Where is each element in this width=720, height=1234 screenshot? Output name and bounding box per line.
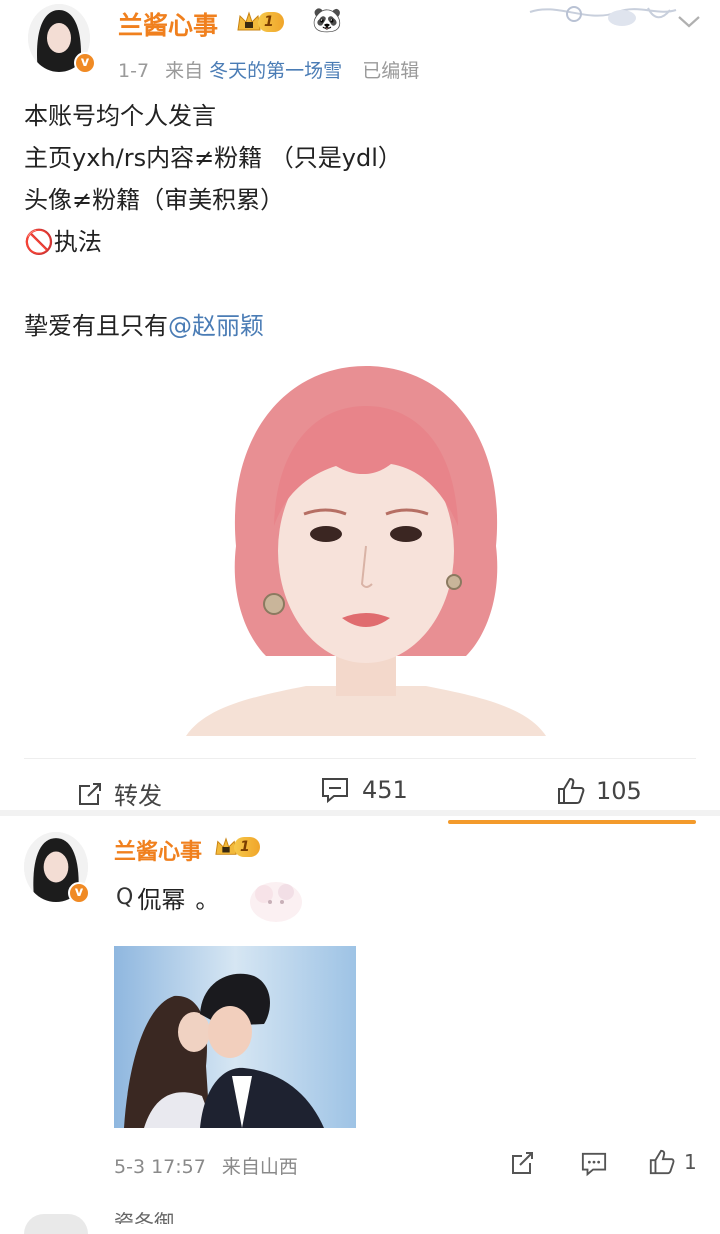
mention-link[interactable]: @赵丽颖 <box>168 312 264 340</box>
topic-link[interactable]: 侃幂 <box>137 880 185 915</box>
comment-like-count: 1 <box>684 1150 697 1174</box>
post-closing-line: 挚爱有且只有@赵丽颖 <box>24 305 684 347</box>
from-prefix: 来自 <box>165 60 204 82</box>
post-meta: 1-7 来自 冬天的第一场雪 已编辑 <box>118 56 419 83</box>
comment-like-button[interactable]: 1 <box>648 1148 697 1176</box>
repost-label: 转发 <box>114 782 162 810</box>
sheep-sticker-icon <box>250 882 302 922</box>
divider <box>24 758 696 759</box>
next-comment-username[interactable]: 瓷冬御 <box>114 1212 174 1224</box>
post-line: 头像≠粉籍（审美积累） <box>24 186 285 214</box>
comment-meta: 5-3 17:57 来自山西 <box>114 1152 298 1179</box>
level-badge: 1 <box>234 837 260 857</box>
like-button[interactable]: 105 <box>556 776 642 806</box>
comment-location: 来自山西 <box>221 1156 298 1178</box>
search-icon[interactable]: Q <box>116 885 133 910</box>
edited-label: 已编辑 <box>362 60 420 82</box>
verified-icon: v <box>68 882 90 904</box>
verified-icon: v <box>74 52 96 74</box>
comment-icon <box>322 778 348 804</box>
comment-body: Q 侃幂 。 <box>116 880 219 915</box>
closing-text: 挚爱有且只有 <box>24 312 168 340</box>
post-line: 主页yxh/rs内容≠粉籍 （只是ydl） <box>24 144 402 172</box>
thumbs-up-icon <box>558 777 585 804</box>
post-date: 1-7 <box>118 60 150 82</box>
next-comment-avatar <box>24 1214 88 1234</box>
share-icon[interactable] <box>510 1150 538 1176</box>
post-line: 🚫执法 <box>24 228 102 256</box>
post-body: 本账号均个人发言 主页yxh/rs内容≠粉籍 （只是ydl） 头像≠粉籍（审美积… <box>24 95 684 347</box>
emoji-icon: 🐼 <box>312 6 342 34</box>
orange-progress-strip <box>448 820 696 824</box>
comment-timestamp: 5-3 17:57 <box>114 1156 206 1178</box>
repost-button[interactable]: 转发 <box>76 776 162 811</box>
username[interactable]: 兰酱心事 <box>118 6 218 42</box>
thumbs-up-icon <box>649 1149 675 1175</box>
repost-icon <box>79 782 101 805</box>
section-separator <box>0 810 720 816</box>
member-crown-badge: 1 <box>214 836 260 858</box>
post-line: 本账号均个人发言 <box>24 102 216 130</box>
comment-image[interactable] <box>114 946 356 1128</box>
decorative-sticker <box>529 6 677 26</box>
comment-icon[interactable] <box>580 1151 608 1177</box>
comment-username[interactable]: 兰酱心事 <box>114 834 202 866</box>
chevron-down-icon[interactable] <box>676 14 702 30</box>
post-source[interactable]: 冬天的第一场雪 <box>209 60 342 82</box>
post-image[interactable] <box>186 356 546 736</box>
level-badge: 1 <box>258 12 284 32</box>
member-crown-badge: 1 <box>236 10 284 34</box>
comment-button[interactable]: 451 <box>320 776 408 804</box>
comment-count: 451 <box>362 776 408 804</box>
like-count: 105 <box>596 777 642 805</box>
comment-suffix: 。 <box>195 886 220 914</box>
